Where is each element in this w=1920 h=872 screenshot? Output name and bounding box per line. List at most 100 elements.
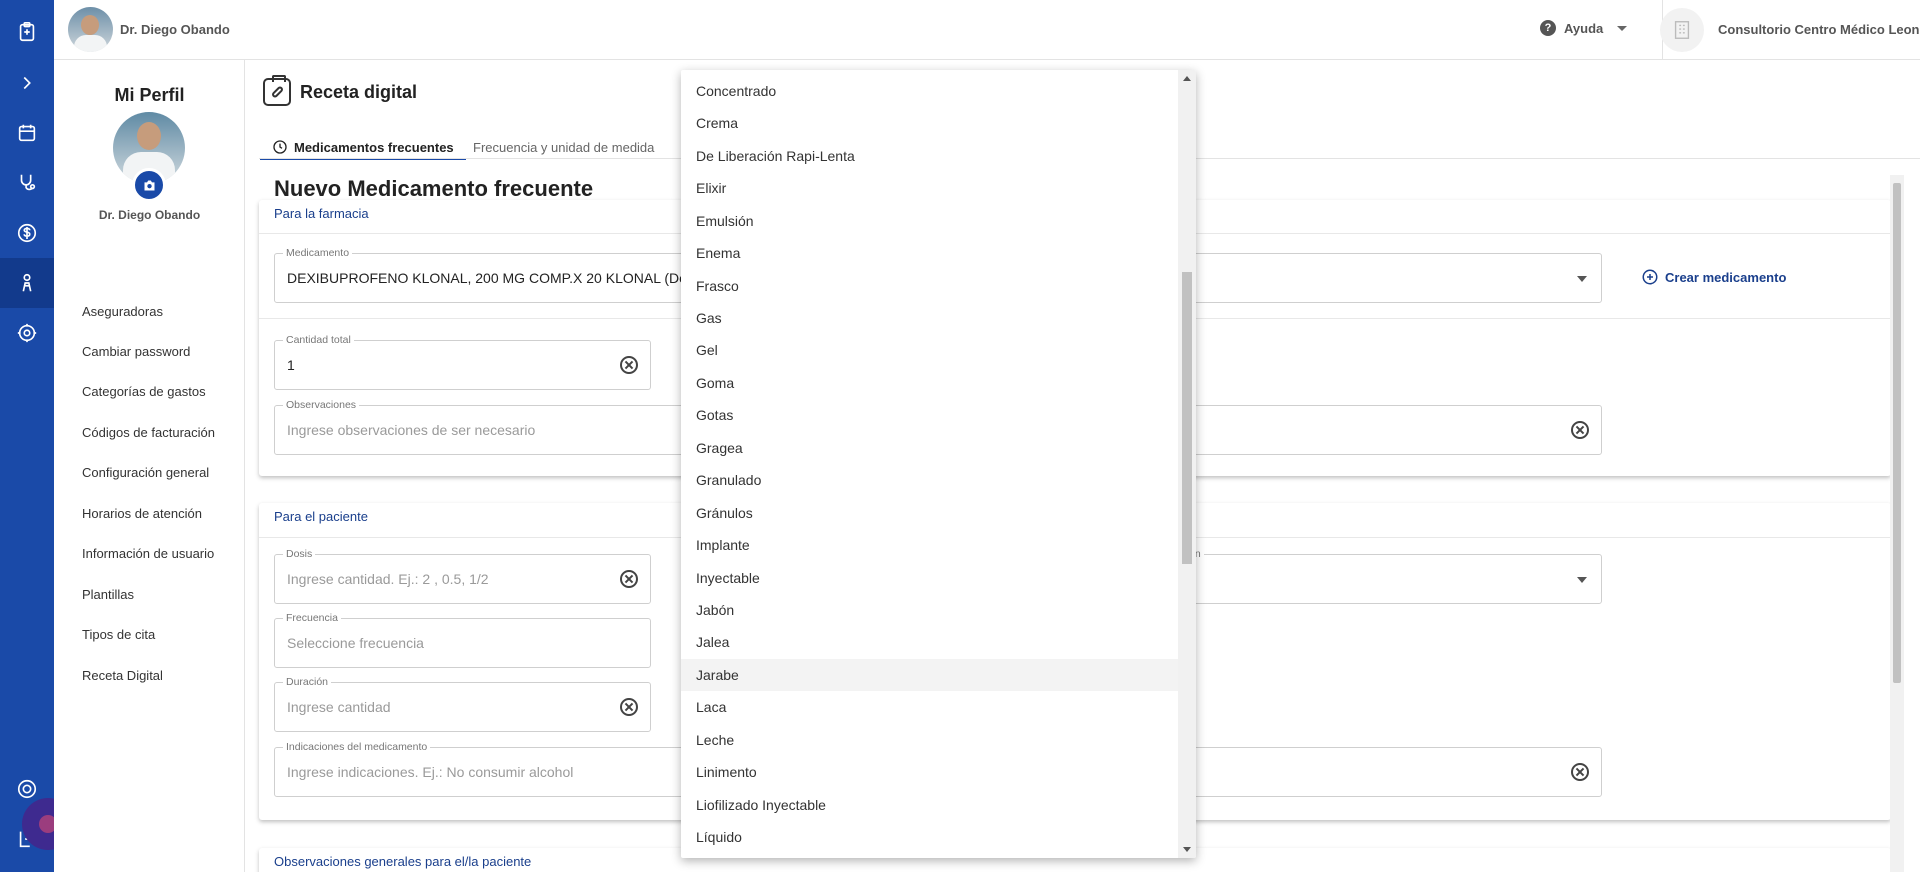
prescription-icon <box>263 75 291 106</box>
page-scrollbar-thumb[interactable] <box>1893 183 1901 683</box>
menu-item-horarios-atencion[interactable]: Horarios de atención <box>82 506 202 521</box>
medication-label: Medicamento <box>283 247 353 259</box>
doctor-profile-icon[interactable] <box>0 258 54 308</box>
clock-icon <box>273 140 287 154</box>
dropdown-option[interactable]: Emulsión <box>681 205 1178 237</box>
camera-icon <box>144 180 154 190</box>
section-title-pharmacy: Para la farmacia <box>274 206 369 221</box>
chevron-down-icon <box>1577 276 1587 282</box>
indications-placeholder: Ingrese indicaciones. Ej.: No consumir a… <box>287 764 574 780</box>
dropdown-scrollbar-thumb[interactable] <box>1182 272 1192 564</box>
dropdown-option[interactable]: Jalea <box>681 626 1178 658</box>
tab-medicamentos-frecuentes[interactable]: Medicamentos frecuentes <box>260 135 466 160</box>
duration-input[interactable]: Duración Ingrese cantidad <box>274 676 651 732</box>
section-title-general: Observaciones generales para el/la pacie… <box>274 854 532 869</box>
duration-placeholder: Ingrese cantidad <box>287 699 391 715</box>
frequency-select[interactable]: Frecuencia Seleccione frecuencia <box>274 612 651 668</box>
clear-icon[interactable] <box>1571 763 1589 781</box>
user-avatar[interactable] <box>68 7 113 52</box>
dropdown-option[interactable]: Enema <box>681 237 1178 269</box>
billing-dollar-icon[interactable] <box>0 208 54 258</box>
help-menu[interactable]: ? Ayuda <box>1540 20 1628 36</box>
dropdown-option[interactable]: Gotas <box>681 399 1178 431</box>
dropdown-option-hovered[interactable]: Jarabe <box>681 659 1178 691</box>
clear-icon[interactable] <box>620 570 638 588</box>
building-icon <box>1674 21 1690 39</box>
create-medication-label: Crear medicamento <box>1665 269 1787 285</box>
create-medication-button[interactable]: Crear medicamento <box>1641 268 1786 286</box>
profile-title: Mi Perfil <box>114 85 185 105</box>
quantity-value: 1 <box>287 357 295 373</box>
form-title: Nuevo Medicamento frecuente <box>274 176 594 201</box>
stethoscope-icon[interactable] <box>0 158 54 208</box>
top-bar: Dr. Diego Obando ? Ayuda Consultorio Cen… <box>54 0 1920 60</box>
dropdown-option[interactable]: Implante <box>681 529 1178 561</box>
menu-item-cambiar-password[interactable]: Cambiar password <box>82 344 190 359</box>
frequency-placeholder: Seleccione frecuencia <box>287 635 424 651</box>
clipboard-icon[interactable] <box>0 7 54 57</box>
clinic-name[interactable]: Consultorio Centro Médico Leon <box>1718 22 1920 37</box>
scroll-down-arrow-icon[interactable] <box>1183 847 1191 852</box>
presentation-select[interactable]: ón <box>1185 548 1602 604</box>
menu-item-plantillas[interactable]: Plantillas <box>82 587 134 602</box>
dropdown-option[interactable]: Gel <box>681 334 1178 366</box>
observations-placeholder: Ingrese observaciones de ser necesario <box>287 422 536 438</box>
menu-item-codigos-facturacion[interactable]: Códigos de facturación <box>82 425 215 440</box>
dropdown-option[interactable]: De Liberación Rapi-Lenta <box>681 140 1178 172</box>
clear-icon[interactable] <box>1571 421 1589 439</box>
change-photo-button[interactable] <box>132 168 166 202</box>
profile-name: Dr. Diego Obando <box>98 208 201 222</box>
app-rail <box>0 0 54 872</box>
tab-label: Frecuencia y unidad de medida <box>473 139 655 155</box>
dropdown-option[interactable]: Goma <box>681 367 1178 399</box>
dropdown-option[interactable]: Líquido <box>681 821 1178 853</box>
expand-chevron-icon[interactable] <box>0 58 54 108</box>
quantity-label: Cantidad total <box>283 334 354 346</box>
menu-item-tipos-cita[interactable]: Tipos de cita <box>82 627 155 642</box>
quantity-input[interactable]: Cantidad total 1 <box>274 334 651 390</box>
dose-placeholder: Ingrese cantidad. Ej.: 2 , 0.5, 1/2 <box>287 571 489 587</box>
dropdown-option[interactable]: Linimento <box>681 756 1178 788</box>
menu-item-informacion-usuario[interactable]: Información de usuario <box>82 546 214 561</box>
clear-icon[interactable] <box>620 356 638 374</box>
indications-label: Indicaciones del medicamento <box>283 741 431 753</box>
dropdown-option[interactable]: Laca <box>681 691 1178 723</box>
plus-circle-icon <box>1642 269 1658 285</box>
presentation-dropdown-list: Concentrado Crema De Liberación Rapi-Len… <box>681 70 1196 858</box>
dropdown-option[interactable]: Frasco <box>681 270 1178 302</box>
dose-input[interactable]: Dosis Ingrese cantidad. Ej.: 2 , 0.5, 1/… <box>274 548 651 604</box>
scroll-up-arrow-icon[interactable] <box>1183 76 1191 81</box>
menu-item-receta-digital[interactable]: Receta Digital <box>82 668 163 683</box>
tab-frecuencia-unidad[interactable]: Frecuencia y unidad de medida <box>473 135 654 159</box>
dropdown-option[interactable]: Gragea <box>681 432 1178 464</box>
duration-label: Duración <box>283 676 332 688</box>
dropdown-option[interactable]: Leche <box>681 724 1178 756</box>
clinic-logo[interactable] <box>1660 8 1704 52</box>
help-icon: ? <box>1540 20 1556 36</box>
dropdown-option[interactable]: Crema <box>681 107 1178 139</box>
chevron-down-icon <box>1577 577 1587 583</box>
dropdown-option[interactable]: Concentrado <box>681 75 1178 107</box>
dropdown-option[interactable]: Gas <box>681 302 1178 334</box>
section-title-patient: Para el paciente <box>274 509 368 524</box>
dropdown-option[interactable]: Inyectable <box>681 562 1178 594</box>
dropdown-option[interactable]: Granulado <box>681 464 1178 496</box>
page-scrollbar[interactable] <box>1890 175 1904 872</box>
menu-item-aseguradoras[interactable]: Aseguradoras <box>82 304 163 319</box>
help-label: Ayuda <box>1564 20 1604 36</box>
dropdown-option[interactable]: Gránulos <box>681 497 1178 529</box>
page-title: Receta digital <box>300 82 418 102</box>
dropdown-option[interactable]: Elixir <box>681 172 1178 204</box>
frequency-label: Frecuencia <box>283 612 341 624</box>
menu-item-categorias-gastos[interactable]: Categorías de gastos <box>82 384 206 399</box>
dropdown-option[interactable]: Liofilizado Inyectable <box>681 789 1178 821</box>
dropdown-option[interactable]: Jabón <box>681 594 1178 626</box>
observations-label: Observaciones <box>283 399 360 411</box>
menu-item-configuracion-general[interactable]: Configuración general <box>82 465 209 480</box>
user-name: Dr. Diego Obando <box>120 22 230 37</box>
settings-gear-icon[interactable] <box>0 308 54 358</box>
dropdown-scrollbar[interactable] <box>1178 70 1196 858</box>
dose-label: Dosis <box>283 548 316 560</box>
calendar-icon[interactable] <box>0 108 54 158</box>
clear-icon[interactable] <box>620 698 638 716</box>
